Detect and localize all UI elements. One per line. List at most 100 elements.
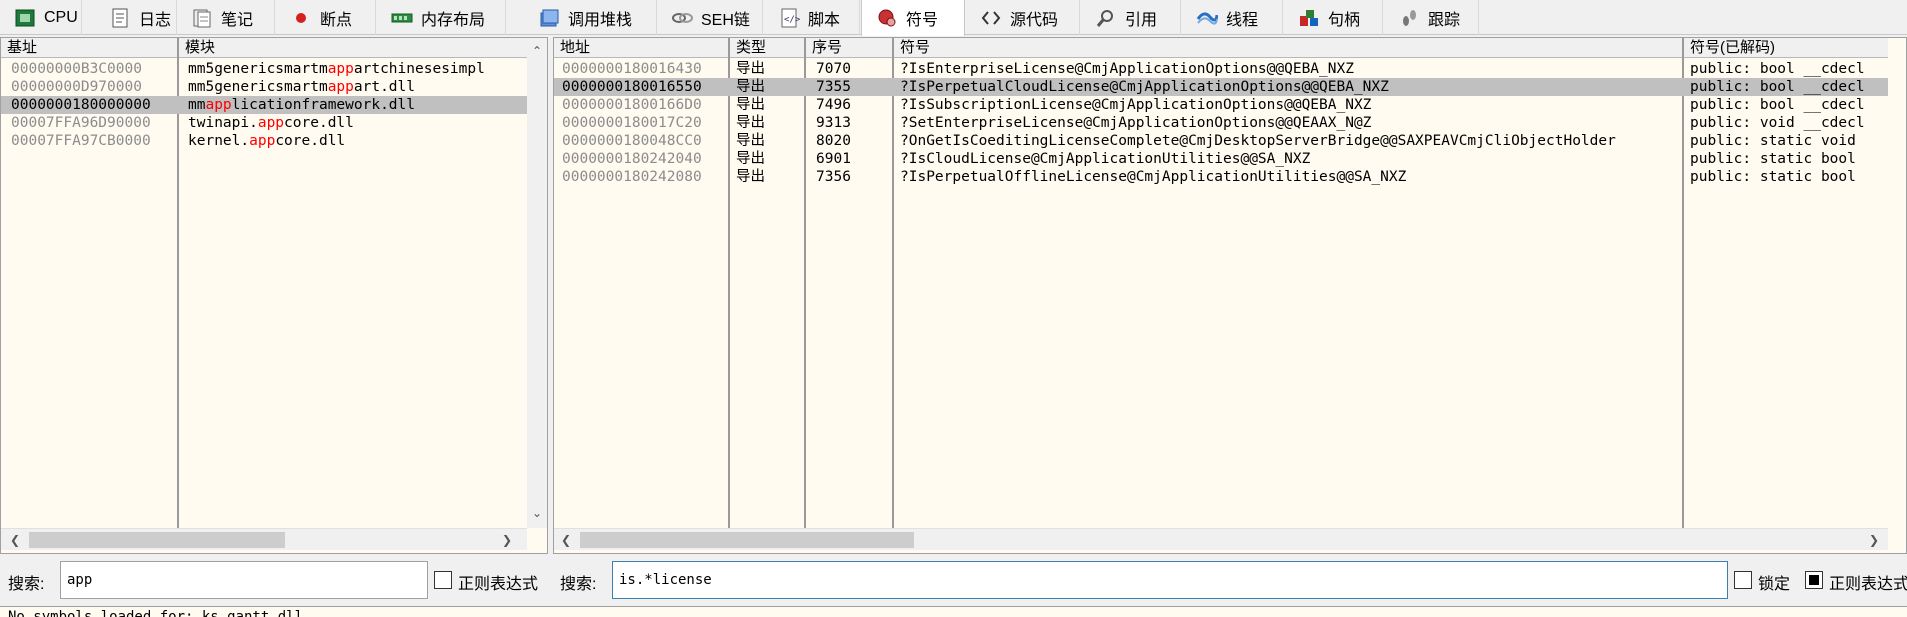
call-stack-icon	[538, 7, 560, 29]
memory-map-icon	[391, 7, 413, 29]
column-header-address[interactable]: 地址	[554, 38, 728, 58]
search-match-highlight: app	[327, 61, 354, 77]
scroll-left-icon[interactable]: ❮	[558, 529, 574, 551]
tab-label: 调用堆栈	[568, 11, 633, 29]
module-name-part: licationframework.dll	[231, 97, 415, 113]
symbol-row[interactable]: 0000000180016430 导出 7070 ?IsEnterpriseLicen…	[554, 60, 1888, 78]
notes-icon	[191, 7, 213, 29]
tab-handles[interactable]: 句柄	[1284, 0, 1383, 35]
module-base-address: 00007FFA97CB0000	[11, 133, 151, 149]
symbol-address: 0000000180242080	[562, 169, 702, 185]
tab-references[interactable]: 引用	[1081, 0, 1181, 35]
scrollbar-thumb[interactable]	[580, 532, 914, 548]
column-header-module[interactable]: 模块	[179, 38, 527, 58]
symbol-address: 0000000180242040	[562, 151, 702, 167]
module-name-part: core.dll	[275, 133, 346, 149]
symbol-decoded: public: static bool	[1690, 151, 1856, 167]
scroll-up-icon[interactable]: ⌃	[529, 40, 545, 62]
tab-log[interactable]: 日志	[95, 0, 177, 35]
scroll-left-icon[interactable]: ❮	[7, 529, 23, 551]
handles-icon	[1298, 7, 1320, 29]
modules-vertical-scrollbar[interactable]: ⌃ ⌄	[527, 38, 547, 528]
symbol-row[interactable]: 00000001800166D0 导出 7496 ?IsSubscriptionLic…	[554, 96, 1888, 114]
tab-trace[interactable]: 跟踪	[1384, 0, 1479, 35]
symbol-decoded: public: static void	[1690, 133, 1856, 149]
symbol-address: 0000000180017C20	[562, 115, 702, 131]
tab-label: 内存布局	[421, 11, 486, 29]
symbol-address: 00000001800166D0	[562, 97, 702, 113]
tab-bar: CPU 日志 笔记 断点 内存布局 调用堆栈 SEH链 </> 脚本 符号 源代…	[0, 0, 1907, 36]
module-base-address: 00000000B3C0000	[11, 61, 142, 77]
modules-horizontal-scrollbar[interactable]: ❮ ❯	[1, 528, 527, 550]
tab-threads[interactable]: 线程	[1182, 0, 1283, 35]
tab-breakpoints[interactable]: 断点	[276, 0, 376, 35]
scrollbar-thumb[interactable]	[29, 532, 285, 548]
module-row[interactable]: 00000000D970000 mm5genericsmartmappart.dl…	[1, 78, 527, 96]
symbol-name: ?SetEnterpriseLicense@CmjApplicationOpti…	[900, 115, 1372, 131]
module-name: mmapplicationframework.dll	[188, 96, 527, 114]
column-header-symbol[interactable]: 符号	[894, 38, 1682, 58]
breakpoint-icon	[290, 7, 312, 29]
tab-memory-map[interactable]: 内存布局	[377, 0, 506, 35]
symbol-ordinal: 8020	[816, 133, 851, 149]
tab-source[interactable]: 源代码	[966, 0, 1080, 35]
symbols-pane: 地址 类型 序号 符号 符号(已解码) 0000000180016430 导出 70…	[553, 37, 1907, 554]
symbol-address: 0000000180016430	[562, 61, 702, 77]
symbol-name: ?IsSubscriptionLicense@CmjApplicationOpt…	[900, 97, 1372, 113]
tab-call-stack[interactable]: 调用堆栈	[524, 0, 657, 35]
symbols-horizontal-scrollbar[interactable]: ❮ ❯	[554, 528, 1888, 550]
column-header-type[interactable]: 类型	[730, 38, 804, 58]
scroll-right-icon[interactable]: ❯	[499, 529, 515, 551]
module-name: mm5genericsmartmappart.dll	[188, 78, 527, 96]
symbol-row[interactable]: 0000000180017C20 导出 9313 ?SetEnterpriseLice…	[554, 114, 1888, 132]
tab-symbols[interactable]: 符号	[861, 0, 965, 36]
seh-chain-icon	[671, 7, 693, 29]
symbol-row[interactable]: 0000000180048CC0 导出 8020 ?OnGetIsCoeditingL…	[554, 132, 1888, 150]
symbol-decoded: public: bool __cdecl	[1690, 79, 1865, 95]
symbol-decoded: public: bool __cdecl	[1690, 97, 1865, 113]
symbol-type: 导出	[736, 61, 765, 77]
tab-label: SEH链	[701, 11, 750, 29]
tab-label: CPU	[44, 8, 78, 26]
module-base-address: 0000000180000000	[11, 97, 151, 113]
symbol-row[interactable]: 0000000180242080 导出 7356 ?IsPerpetualOfflin…	[554, 168, 1888, 186]
module-regex-checkbox[interactable]	[434, 571, 452, 589]
symbol-regex-checkbox[interactable]	[1805, 571, 1823, 589]
tab-notes[interactable]: 笔记	[177, 0, 275, 35]
module-row[interactable]: 00000000B3C0000 mm5genericsmartmappartchi…	[1, 60, 527, 78]
symbol-ordinal: 7070	[816, 61, 851, 77]
symbol-address: 0000000180016550	[562, 79, 702, 95]
symbol-search-input[interactable]: is.*license	[612, 561, 1728, 599]
module-name-part: twinapi.	[188, 115, 258, 131]
column-header-base[interactable]: 基址	[1, 38, 177, 58]
lock-label: 锁定	[1758, 576, 1791, 593]
column-header-ordinal[interactable]: 序号	[806, 38, 892, 58]
symbol-address: 0000000180048CC0	[562, 133, 702, 149]
lock-checkbox[interactable]	[1734, 571, 1752, 589]
module-row[interactable]: 0000000180000000 mmapplicationframework.d…	[1, 96, 527, 114]
threads-icon	[1196, 7, 1218, 29]
tab-label: 脚本	[808, 11, 841, 29]
module-name-part: mm	[188, 97, 206, 113]
symbol-type: 导出	[736, 79, 765, 95]
symbol-decoded: public: static bool	[1690, 169, 1856, 185]
symbol-row[interactable]: 0000000180016550 导出 7355 ?IsPerpetualCloudL…	[554, 78, 1888, 96]
module-name-part: mm5genericsmartm	[188, 79, 328, 95]
module-row[interactable]: 00007FFA97CB0000 kernel.appcore.dll	[1, 132, 527, 150]
symbol-ordinal: 6901	[816, 151, 851, 167]
column-header-symbol-decoded[interactable]: 符号(已解码)	[1684, 38, 1888, 58]
tab-script[interactable]: </> 脚本	[764, 0, 860, 35]
module-name: mm5genericsmartmappartchinesesimpl	[188, 60, 527, 78]
tab-label: 日志	[139, 11, 172, 29]
symbol-type: 导出	[736, 151, 765, 167]
module-row[interactable]: 00007FFA96D90000 twinapi.appcore.dll	[1, 114, 527, 132]
symbol-row[interactable]: 0000000180242040 导出 6901 ?IsCloudLicense@Cm…	[554, 150, 1888, 168]
tab-cpu[interactable]: CPU	[0, 0, 82, 35]
tab-label: 引用	[1125, 11, 1158, 29]
module-search-input[interactable]: app	[60, 561, 428, 599]
symbol-name: ?IsPerpetualOfflineLicense@CmjApplicatio…	[900, 169, 1407, 185]
tab-seh-chain[interactable]: SEH链	[657, 0, 763, 35]
modules-pane: 基址 模块 00000000B3C0000 mm5genericsmartmapp…	[0, 37, 548, 554]
scroll-right-icon[interactable]: ❯	[1866, 529, 1882, 551]
scroll-down-icon[interactable]: ⌄	[529, 502, 545, 524]
